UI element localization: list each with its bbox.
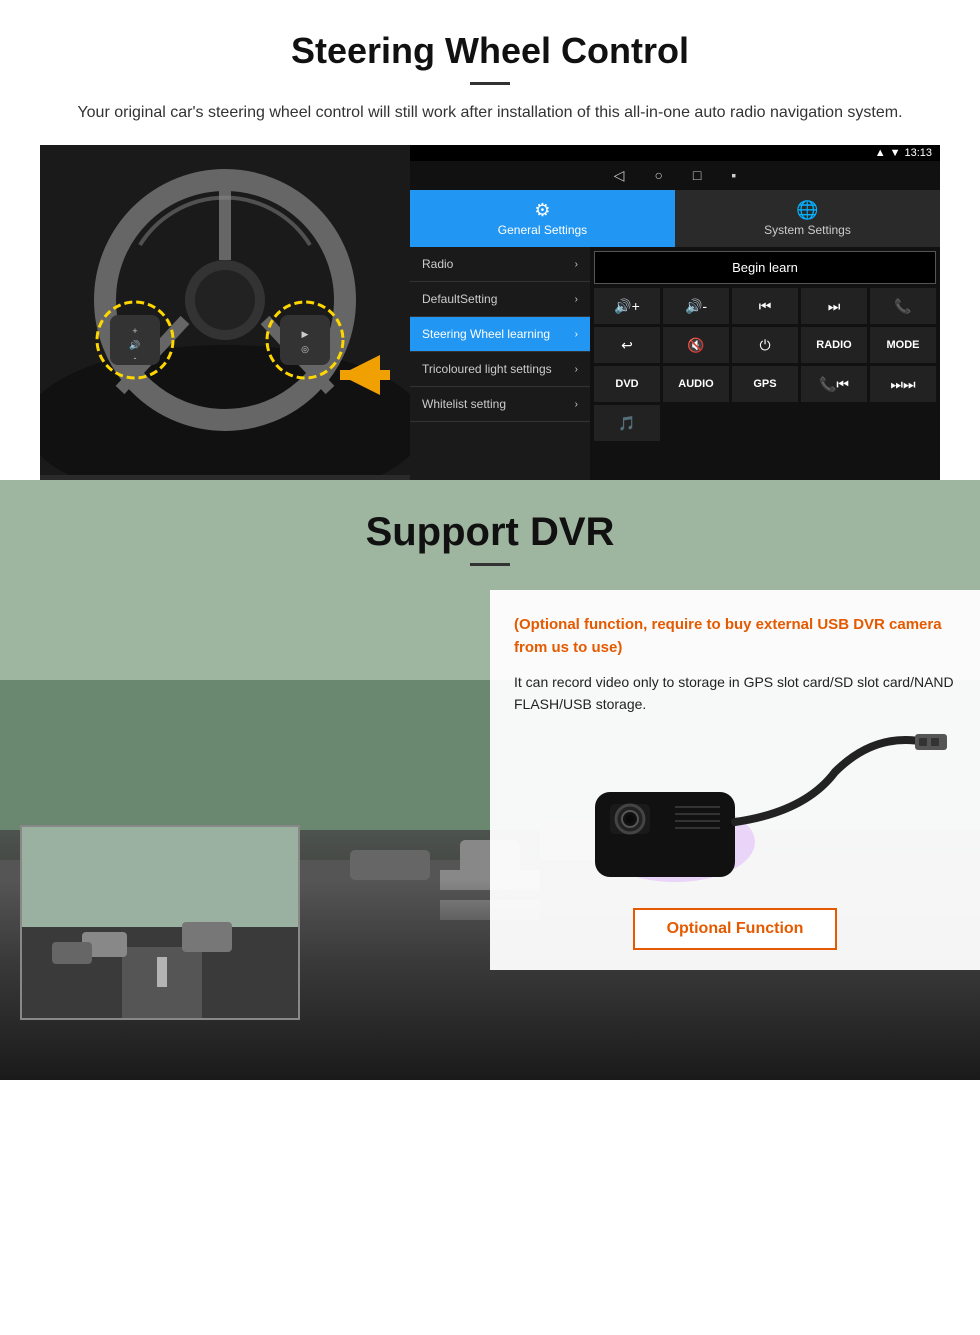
back-btn[interactable]: ↩ xyxy=(594,327,660,363)
steering-description: Your original car's steering wheel contr… xyxy=(60,101,920,125)
svg-text:🔊: 🔊 xyxy=(129,339,140,351)
next-btn[interactable]: ⏭ xyxy=(801,288,867,324)
status-bar: ▲ ▼ 13:13 xyxy=(410,145,940,161)
power-btn[interactable]: ⏻ xyxy=(732,327,798,363)
vol-down-btn[interactable]: 🔊- xyxy=(663,288,729,324)
svg-text:◎: ◎ xyxy=(301,344,309,354)
signal-icon: ▼ xyxy=(890,147,901,159)
steering-wheel-svg: + 🔊 - ▶ ◎ xyxy=(40,145,410,475)
heading-divider xyxy=(470,82,510,85)
settings-panel: ▲ ▼ 13:13 ◁ ○ □ ▪ ⚙ General Settings 🌐 S… xyxy=(410,145,940,480)
tab-system[interactable]: 🌐 System Settings xyxy=(675,190,940,247)
dvr-camera-illustration xyxy=(514,732,956,892)
chevron-icon: › xyxy=(575,294,578,305)
dvr-thumbnail xyxy=(20,825,300,1020)
system-icon: 🌐 xyxy=(679,200,936,221)
dvr-section-heading: Support DVR xyxy=(0,510,980,555)
dvr-camera-svg xyxy=(515,732,955,892)
nav-bar: ◁ ○ □ ▪ xyxy=(410,161,940,190)
back-icon[interactable]: ◁ xyxy=(614,167,625,184)
svg-text:-: - xyxy=(134,353,137,363)
dvr-optional-title: (Optional function, require to buy exter… xyxy=(514,614,956,659)
dvr-section: Support DVR (Optional function, require … xyxy=(0,480,980,1080)
vol-up-btn[interactable]: 🔊+ xyxy=(594,288,660,324)
tab-system-label: System Settings xyxy=(764,223,851,237)
dvr-heading: Support DVR xyxy=(0,480,980,576)
home-icon[interactable]: ○ xyxy=(654,167,662,184)
steering-wheel-section: Steering Wheel Control Your original car… xyxy=(0,0,980,480)
controls-area: Begin learn 🔊+ 🔊- ⏮ ⏭ 📞 ↩ 🔇 ⏻ RADIO MODE… xyxy=(590,247,940,480)
begin-learn-row: Begin learn xyxy=(594,251,936,284)
mute-btn[interactable]: 🔇 xyxy=(663,327,729,363)
chevron-icon: › xyxy=(575,364,578,375)
dvr-info-box: (Optional function, require to buy exter… xyxy=(490,590,980,970)
status-time: 13:13 xyxy=(904,147,932,159)
menu-item-steering[interactable]: Steering Wheel learning › xyxy=(410,317,590,352)
radio-btn[interactable]: RADIO xyxy=(801,327,867,363)
optional-function-button[interactable]: Optional Function xyxy=(633,908,838,950)
begin-learn-button[interactable]: Begin learn xyxy=(594,251,936,284)
chevron-icon: › xyxy=(575,329,578,340)
settings-tabs: ⚙ General Settings 🌐 System Settings xyxy=(410,190,940,247)
android-ui-mock: + 🔊 - ▶ ◎ ▲ ▼ 13:13 ◁ ○ xyxy=(40,145,940,480)
wifi-icon: ▲ xyxy=(875,147,886,159)
menu-item-default[interactable]: DefaultSetting › xyxy=(410,282,590,317)
phone-btn[interactable]: 📞 xyxy=(870,288,936,324)
menu-icon[interactable]: ▪ xyxy=(731,167,736,184)
gear-icon: ⚙ xyxy=(414,200,671,221)
dvr-description: It can record video only to storage in G… xyxy=(514,671,956,716)
svg-text:▶: ▶ xyxy=(302,329,309,339)
phone-prev-btn[interactable]: 📞⏮ xyxy=(801,366,867,402)
next-next-btn[interactable]: ⏭⏭ xyxy=(870,366,936,402)
dvr-divider xyxy=(470,563,510,566)
svg-text:+: + xyxy=(132,326,137,336)
chevron-icon: › xyxy=(575,399,578,410)
menu-and-controls: Radio › DefaultSetting › Steering Wheel … xyxy=(410,247,940,480)
tab-general[interactable]: ⚙ General Settings xyxy=(410,190,675,247)
dvr-thumbnail-svg xyxy=(22,827,300,1020)
gps-btn[interactable]: GPS xyxy=(732,366,798,402)
control-grid: 🔊+ 🔊- ⏮ ⏭ 📞 ↩ 🔇 ⏻ RADIO MODE DVD AUDIO G… xyxy=(594,288,936,441)
menu-item-whitelist[interactable]: Whitelist setting › xyxy=(410,387,590,422)
recents-icon[interactable]: □ xyxy=(693,167,701,184)
steering-photo: + 🔊 - ▶ ◎ xyxy=(40,145,410,480)
mode-btn[interactable]: MODE xyxy=(870,327,936,363)
steering-section-heading: Steering Wheel Control xyxy=(40,30,940,72)
menu-item-radio[interactable]: Radio › xyxy=(410,247,590,282)
menu-item-tricolour[interactable]: Tricoloured light settings › xyxy=(410,352,590,387)
audio-btn[interactable]: AUDIO xyxy=(663,366,729,402)
tab-general-label: General Settings xyxy=(498,223,587,237)
prev-btn[interactable]: ⏮ xyxy=(732,288,798,324)
dvd-btn[interactable]: DVD xyxy=(594,366,660,402)
chevron-icon: › xyxy=(575,259,578,270)
menu-list: Radio › DefaultSetting › Steering Wheel … xyxy=(410,247,590,480)
extra-btn[interactable]: 🎵 xyxy=(594,405,660,441)
